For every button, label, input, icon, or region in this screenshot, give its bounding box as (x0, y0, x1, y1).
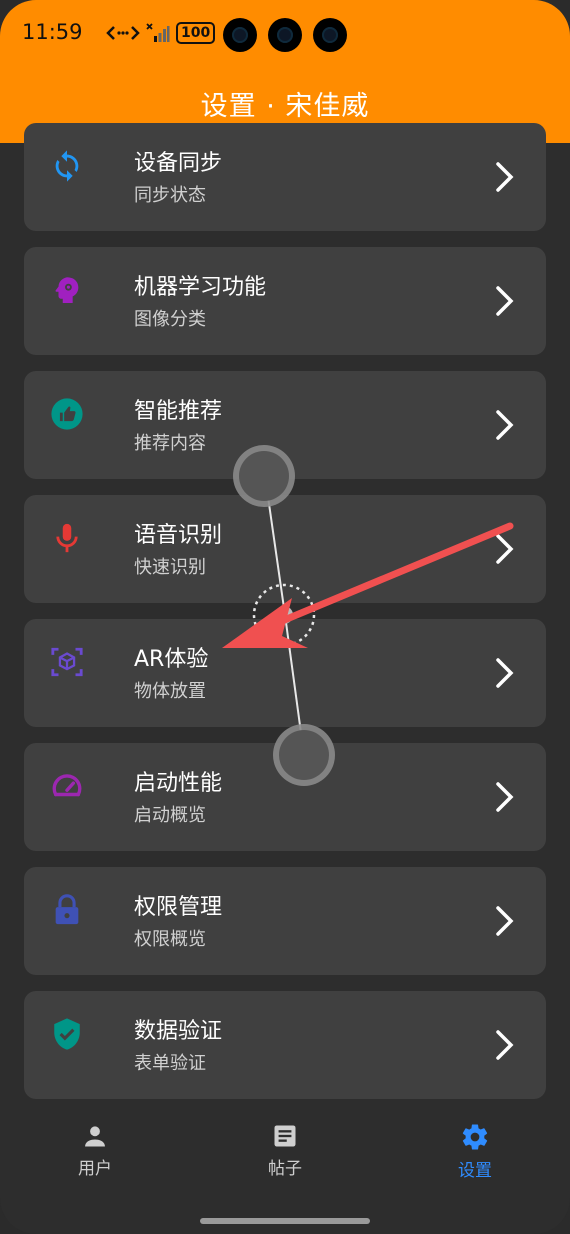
nav-label: 帖子 (268, 1159, 302, 1179)
shield-check-icon (54, 1018, 80, 1050)
settings-item-device-sync[interactable]: 设备同步 同步状态 (24, 123, 546, 231)
lock-icon (55, 894, 79, 925)
chevron-right-icon (496, 534, 514, 564)
item-title: 权限管理 (134, 895, 223, 920)
phone-screen: 11:59 100 设置 · 宋佳威 设备同步 同步状态 机器学习功能 图像分类… (0, 0, 570, 1234)
status-time: 11:59 (22, 20, 83, 44)
chevron-right-icon (496, 782, 514, 812)
camera-icon (223, 18, 257, 52)
app-header: 11:59 100 设置 · 宋佳威 (0, 0, 570, 143)
item-title: 启动性能 (134, 771, 223, 796)
item-subtitle: 同步状态 (134, 185, 206, 206)
signal-icon (146, 23, 170, 42)
sync-icon (55, 150, 79, 182)
item-subtitle: 快速识别 (134, 557, 206, 578)
camera-icon (268, 18, 302, 52)
bottom-navigation: 用户 帖子 设置 (0, 1108, 570, 1234)
person-icon (85, 1126, 105, 1147)
data-transfer-icon (106, 26, 140, 40)
article-icon (274, 1125, 296, 1147)
chevron-right-icon (496, 410, 514, 440)
chevron-right-icon (496, 286, 514, 316)
item-subtitle: 权限概览 (134, 929, 206, 950)
item-title: 机器学习功能 (134, 275, 267, 300)
status-bar: 11:59 100 (0, 0, 570, 70)
item-title: AR体验 (134, 647, 209, 672)
item-title: 语音识别 (134, 523, 223, 548)
settings-item-ar-experience[interactable]: AR体验 物体放置 (24, 619, 546, 727)
page-title: 设置 · 宋佳威 (200, 91, 370, 122)
item-title: 智能推荐 (134, 399, 223, 424)
ar-cube-icon (51, 647, 83, 677)
gear-icon (462, 1124, 488, 1150)
settings-item-data-validation[interactable]: 数据验证 表单验证 (24, 991, 546, 1099)
thumb-up-icon (51, 398, 83, 430)
mic-icon (56, 523, 78, 553)
status-icons: 100 (106, 22, 216, 44)
item-subtitle: 图像分类 (134, 309, 206, 330)
settings-item-startup-performance[interactable]: 启动性能 启动概览 (24, 743, 546, 851)
settings-item-permissions[interactable]: 权限管理 权限概览 (24, 867, 546, 975)
chevron-right-icon (496, 162, 514, 192)
settings-item-recommendation[interactable]: 智能推荐 推荐内容 (24, 371, 546, 479)
chevron-right-icon (496, 1030, 514, 1060)
battery-indicator: 100 (176, 22, 216, 44)
nav-tab-users[interactable]: 用户 (45, 1122, 145, 1179)
item-subtitle: 物体放置 (134, 681, 206, 702)
nav-tab-posts[interactable]: 帖子 (235, 1122, 335, 1179)
item-subtitle: 表单验证 (134, 1053, 206, 1074)
settings-item-machine-learning[interactable]: 机器学习功能 图像分类 (24, 247, 546, 355)
item-title: 数据验证 (134, 1019, 223, 1044)
speedometer-icon (52, 774, 82, 797)
nav-tab-settings[interactable]: 设置 (425, 1122, 525, 1181)
item-subtitle: 推荐内容 (134, 433, 206, 454)
camera-icon (313, 18, 347, 52)
item-subtitle: 启动概览 (134, 805, 206, 826)
nav-label: 设置 (458, 1161, 492, 1181)
item-title: 设备同步 (134, 151, 223, 176)
chevron-right-icon (496, 906, 514, 936)
chevron-right-icon (496, 658, 514, 688)
brain-icon (55, 277, 79, 304)
home-indicator[interactable] (200, 1218, 370, 1224)
settings-item-voice-recognition[interactable]: 语音识别 快速识别 (24, 495, 546, 603)
nav-label: 用户 (78, 1159, 112, 1179)
